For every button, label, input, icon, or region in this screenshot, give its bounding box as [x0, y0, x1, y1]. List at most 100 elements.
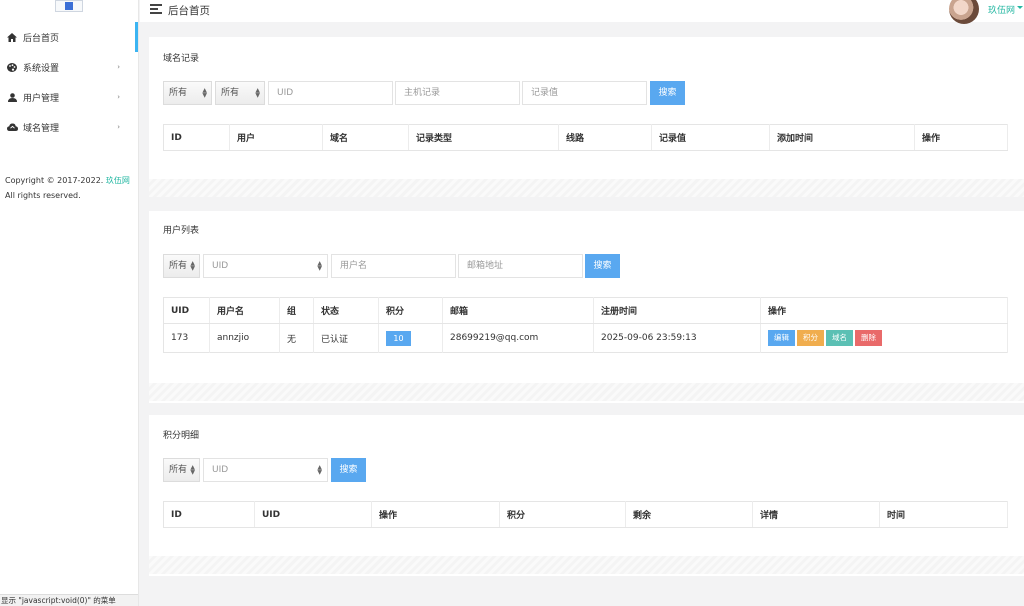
cell-email: 28699219@qq.com: [442, 323, 594, 353]
record-value-input[interactable]: 记录值: [522, 81, 647, 105]
input-placeholder: 记录值: [531, 88, 559, 98]
column-header[interactable]: 操作: [371, 501, 500, 528]
type-select[interactable]: 所有 ▲ ▼: [163, 458, 200, 482]
sidebar-item-domains[interactable]: 域名管理 ›: [0, 112, 138, 142]
caret-down-icon[interactable]: [1017, 6, 1023, 9]
top-header: 后台首页 玖伍网: [140, 0, 1024, 24]
avatar[interactable]: [949, 0, 979, 24]
panel-title: 域名记录: [163, 54, 200, 64]
edit-button[interactable]: 编辑: [768, 330, 795, 346]
sidebar: 后台首页 系统设置 › 用户管理 › 域名管理 › Copyright © 20…: [0, 0, 139, 606]
user-list-panel: 用户列表 所有 ▲ ▼ UID ▲ ▼ 用户名 邮箱地址 搜索 UID 用户名 组 …: [149, 211, 1024, 403]
column-header[interactable]: 剩余: [625, 501, 753, 528]
column-header[interactable]: 时间: [879, 501, 1008, 528]
input-placeholder: UID: [212, 261, 229, 271]
domain-records-table: ID 用户 域名 记录类型 线路 记录值 添加时间 操作: [163, 124, 1008, 151]
column-header[interactable]: 用户: [229, 124, 323, 151]
cell-uid: 173: [163, 323, 210, 353]
select-value: 所有: [169, 465, 188, 475]
sidebar-item-dashboard[interactable]: 后台首页: [0, 22, 138, 52]
updown-icon: ▲ ▼: [255, 87, 260, 99]
updown-icon: ▲ ▼: [317, 260, 322, 272]
cell-actions: 编辑 积分 域名 删除: [760, 323, 1008, 353]
select-value: 所有: [169, 88, 188, 98]
user-menu[interactable]: 玖伍网: [988, 3, 1015, 16]
domain-records-panel: 域名记录 所有 ▲ ▼ 所有 ▲ ▼ UID 主机记录 记录值 搜索 ID 用户 域…: [149, 37, 1024, 197]
column-header[interactable]: 状态: [313, 297, 379, 324]
logo-area: [0, 0, 138, 22]
column-header[interactable]: 线路: [558, 124, 652, 151]
group-select[interactable]: 所有 ▲ ▼: [163, 254, 200, 278]
column-header[interactable]: 用户名: [209, 297, 280, 324]
score-badge[interactable]: 10: [386, 330, 411, 346]
sidebar-item-label: 用户管理: [23, 93, 60, 104]
column-header[interactable]: 记录值: [651, 124, 770, 151]
points-detail-panel: 积分明细 所有 ▲ ▼ UID ▲ ▼ 搜索 ID UID 操作 积分 剩余 详情 …: [149, 415, 1024, 576]
sidebar-item-label: 域名管理: [23, 123, 60, 134]
column-header[interactable]: 积分: [378, 297, 443, 324]
user-table: UID 用户名 组 状态 积分 邮箱 注册时间 操作 173 annzjio 无…: [163, 297, 1008, 353]
menu-toggle-icon[interactable]: [150, 4, 162, 14]
updown-icon: ▲ ▼: [317, 464, 322, 476]
column-header[interactable]: 域名: [322, 124, 409, 151]
panel-title: 用户列表: [163, 226, 200, 236]
sidebar-item-settings[interactable]: 系统设置 ›: [0, 52, 138, 82]
chevron-right-icon: ›: [117, 93, 120, 101]
input-placeholder: UID: [212, 465, 229, 475]
delete-button[interactable]: 删除: [855, 330, 882, 346]
domain-button[interactable]: 域名: [826, 330, 853, 346]
uid-input[interactable]: UID ▲ ▼: [203, 254, 328, 278]
input-placeholder: 用户名: [340, 261, 368, 271]
column-header[interactable]: 添加时间: [769, 124, 915, 151]
select-value: 所有: [221, 88, 240, 98]
cell-group: 无: [279, 323, 314, 353]
column-header[interactable]: 组: [279, 297, 314, 324]
search-button[interactable]: 搜索: [585, 254, 620, 278]
table-header-row: UID 用户名 组 状态 积分 邮箱 注册时间 操作: [163, 297, 1008, 324]
sidebar-item-users[interactable]: 用户管理 ›: [0, 82, 138, 112]
copyright: Copyright © 2017-2022. 玖伍网 All rights re…: [5, 173, 133, 203]
chevron-right-icon: ›: [117, 123, 120, 131]
column-header[interactable]: 详情: [752, 501, 880, 528]
uid-input[interactable]: UID: [268, 81, 393, 105]
line-select[interactable]: 所有 ▲ ▼: [215, 81, 265, 105]
column-header[interactable]: 记录类型: [408, 124, 559, 151]
copyright-link[interactable]: 玖伍网: [106, 176, 130, 185]
column-header[interactable]: 积分: [499, 501, 626, 528]
page-title: 后台首页: [168, 5, 210, 17]
column-header[interactable]: 邮箱: [442, 297, 594, 324]
uid-input[interactable]: UID ▲ ▼: [203, 458, 328, 482]
input-placeholder: 主机记录: [404, 88, 441, 98]
column-header[interactable]: 注册时间: [593, 297, 761, 324]
column-header[interactable]: UID: [254, 501, 372, 528]
points-button[interactable]: 积分: [797, 330, 824, 346]
updown-icon: ▲ ▼: [190, 260, 195, 272]
updown-icon: ▲ ▼: [190, 464, 195, 476]
sidebar-item-label: 系统设置: [23, 63, 60, 74]
cloud-icon: [6, 122, 18, 132]
cell-username: annzjio: [209, 323, 280, 353]
record-type-select[interactable]: 所有 ▲ ▼: [163, 81, 212, 105]
username-input[interactable]: 用户名: [331, 254, 456, 278]
input-placeholder: 邮箱地址: [467, 261, 504, 271]
search-button[interactable]: 搜索: [650, 81, 685, 105]
cell-registered: 2025-09-06 23:59:13: [593, 323, 761, 353]
home-icon: [6, 32, 18, 42]
column-header[interactable]: ID: [163, 124, 230, 151]
cell-status: 已认证: [313, 323, 379, 353]
panel-footer: [149, 179, 1024, 197]
user-icon: [6, 92, 18, 102]
logo[interactable]: [55, 0, 83, 12]
search-button[interactable]: 搜索: [331, 458, 366, 482]
table-row: 173 annzjio 无 已认证 10 28699219@qq.com 202…: [163, 323, 1008, 353]
column-header[interactable]: UID: [163, 297, 210, 324]
panel-footer: [149, 556, 1024, 574]
palette-icon: [6, 62, 18, 72]
chevron-right-icon: ›: [117, 63, 120, 71]
copyright-text: Copyright © 2017-2022.: [5, 176, 104, 185]
email-input[interactable]: 邮箱地址: [458, 254, 583, 278]
column-header[interactable]: ID: [163, 501, 255, 528]
host-record-input[interactable]: 主机记录: [395, 81, 520, 105]
copyright-rights: All rights reserved.: [5, 191, 81, 200]
panel-footer: [149, 383, 1024, 401]
